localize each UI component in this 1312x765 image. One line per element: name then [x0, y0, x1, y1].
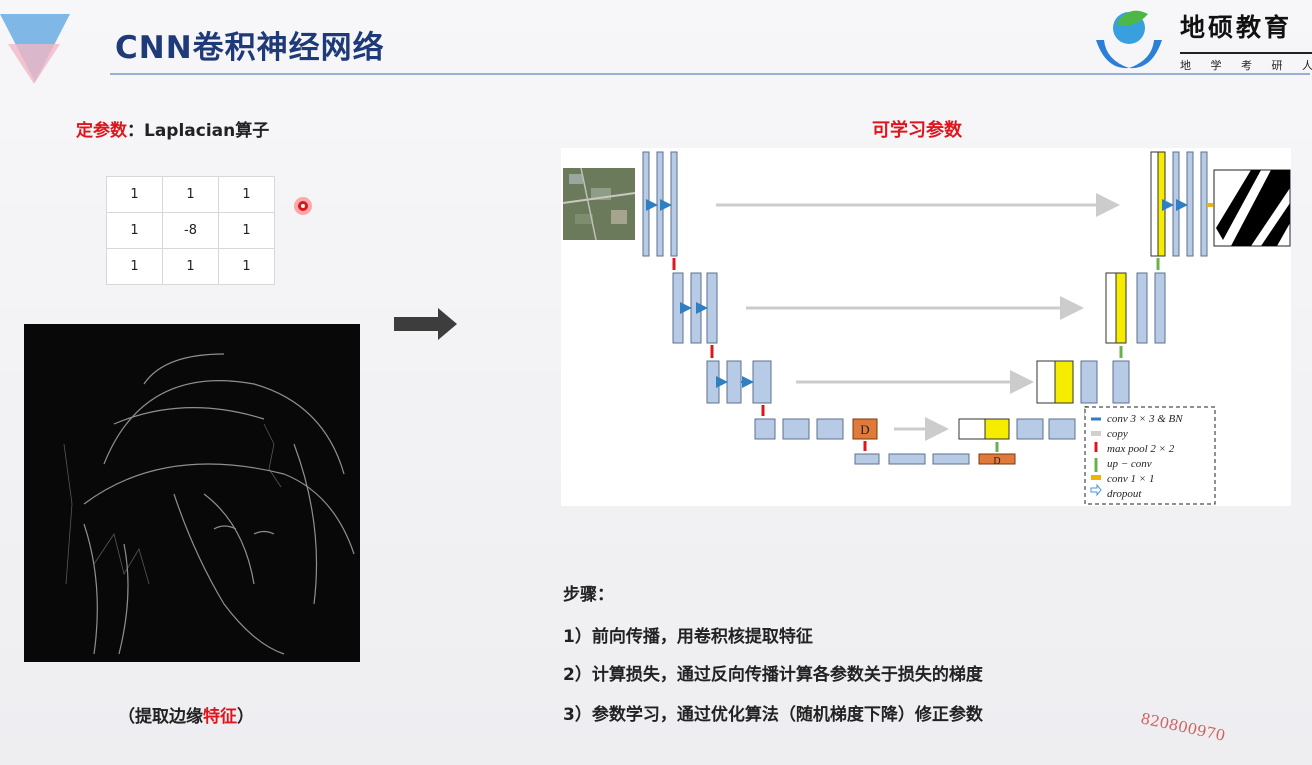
- kernel-cell: 1: [162, 248, 219, 285]
- hands-globe-icon: [1096, 10, 1162, 69]
- kernel-cell: 1: [218, 176, 275, 213]
- table-row: 1 1 1: [106, 176, 275, 213]
- legend-item: conv 3 × 3 & BN: [1107, 413, 1183, 425]
- legend-item: max pool 2 × 2: [1107, 443, 1175, 455]
- step-item: 2）计算损失，通过反向传播计算各参数关于损失的梯度: [563, 665, 983, 685]
- dropout-block-label: D: [860, 422, 869, 437]
- legend-item: up − conv: [1107, 458, 1152, 470]
- legend-item: conv 1 × 1: [1107, 473, 1154, 485]
- steps-title: 步骤：: [563, 585, 614, 605]
- output-mask: [1213, 169, 1291, 247]
- logo-name: 地硕教育: [1180, 13, 1293, 42]
- step-item: 1）前向传播，用卷积核提取特征: [563, 627, 813, 647]
- right-arrow-icon: [394, 308, 457, 340]
- edge-feature-image: [24, 324, 360, 662]
- kernel-cell: 1: [106, 176, 163, 213]
- table-row: 1 -8 1: [106, 212, 275, 249]
- laser-pointer-icon: [294, 197, 312, 215]
- unet-diagram: D D conv 3 × 3 & BN copy max pool 2 × 2 …: [561, 148, 1291, 506]
- kernel-cell: -8: [162, 212, 219, 249]
- kernel-cell: 1: [218, 212, 275, 249]
- title-underline: [110, 73, 1310, 75]
- legend-item: copy: [1107, 428, 1128, 440]
- bottleneck-dropout-label: D: [993, 456, 1000, 467]
- kernel-cell: 1: [106, 212, 163, 249]
- corner-triangle-decoration: [0, 14, 70, 84]
- fixed-params-label: 定参数：Laplacian算子: [76, 121, 270, 141]
- learnable-params-label: 可学习参数: [872, 120, 962, 141]
- kernel-cell: 1: [218, 248, 275, 285]
- legend-item: dropout: [1107, 488, 1142, 500]
- diagram-legend: conv 3 × 3 & BN copy max pool 2 × 2 up −…: [1084, 406, 1216, 505]
- watermark: 820800970: [1139, 709, 1227, 745]
- kernel-cell: 1: [106, 248, 163, 285]
- kernel-cell: 1: [162, 176, 219, 213]
- table-row: 1 1 1: [106, 248, 275, 285]
- laplacian-kernel-table: 1 1 1 1 -8 1 1 1 1: [106, 176, 275, 285]
- input-image: [562, 167, 636, 241]
- edge-sketch: [63, 353, 355, 655]
- left-caption: （提取边缘特征）: [118, 707, 254, 727]
- unet-architecture: D D conv 3 × 3 & BN copy max pool 2 × 2 …: [562, 151, 1291, 505]
- step-item: 3）参数学习，通过优化算法（随机梯度下降）修正参数: [563, 705, 983, 725]
- slide-title: CNN卷积神经网络: [115, 30, 385, 66]
- logo-tagline: 地 学 考 研 人 的: [1180, 52, 1312, 73]
